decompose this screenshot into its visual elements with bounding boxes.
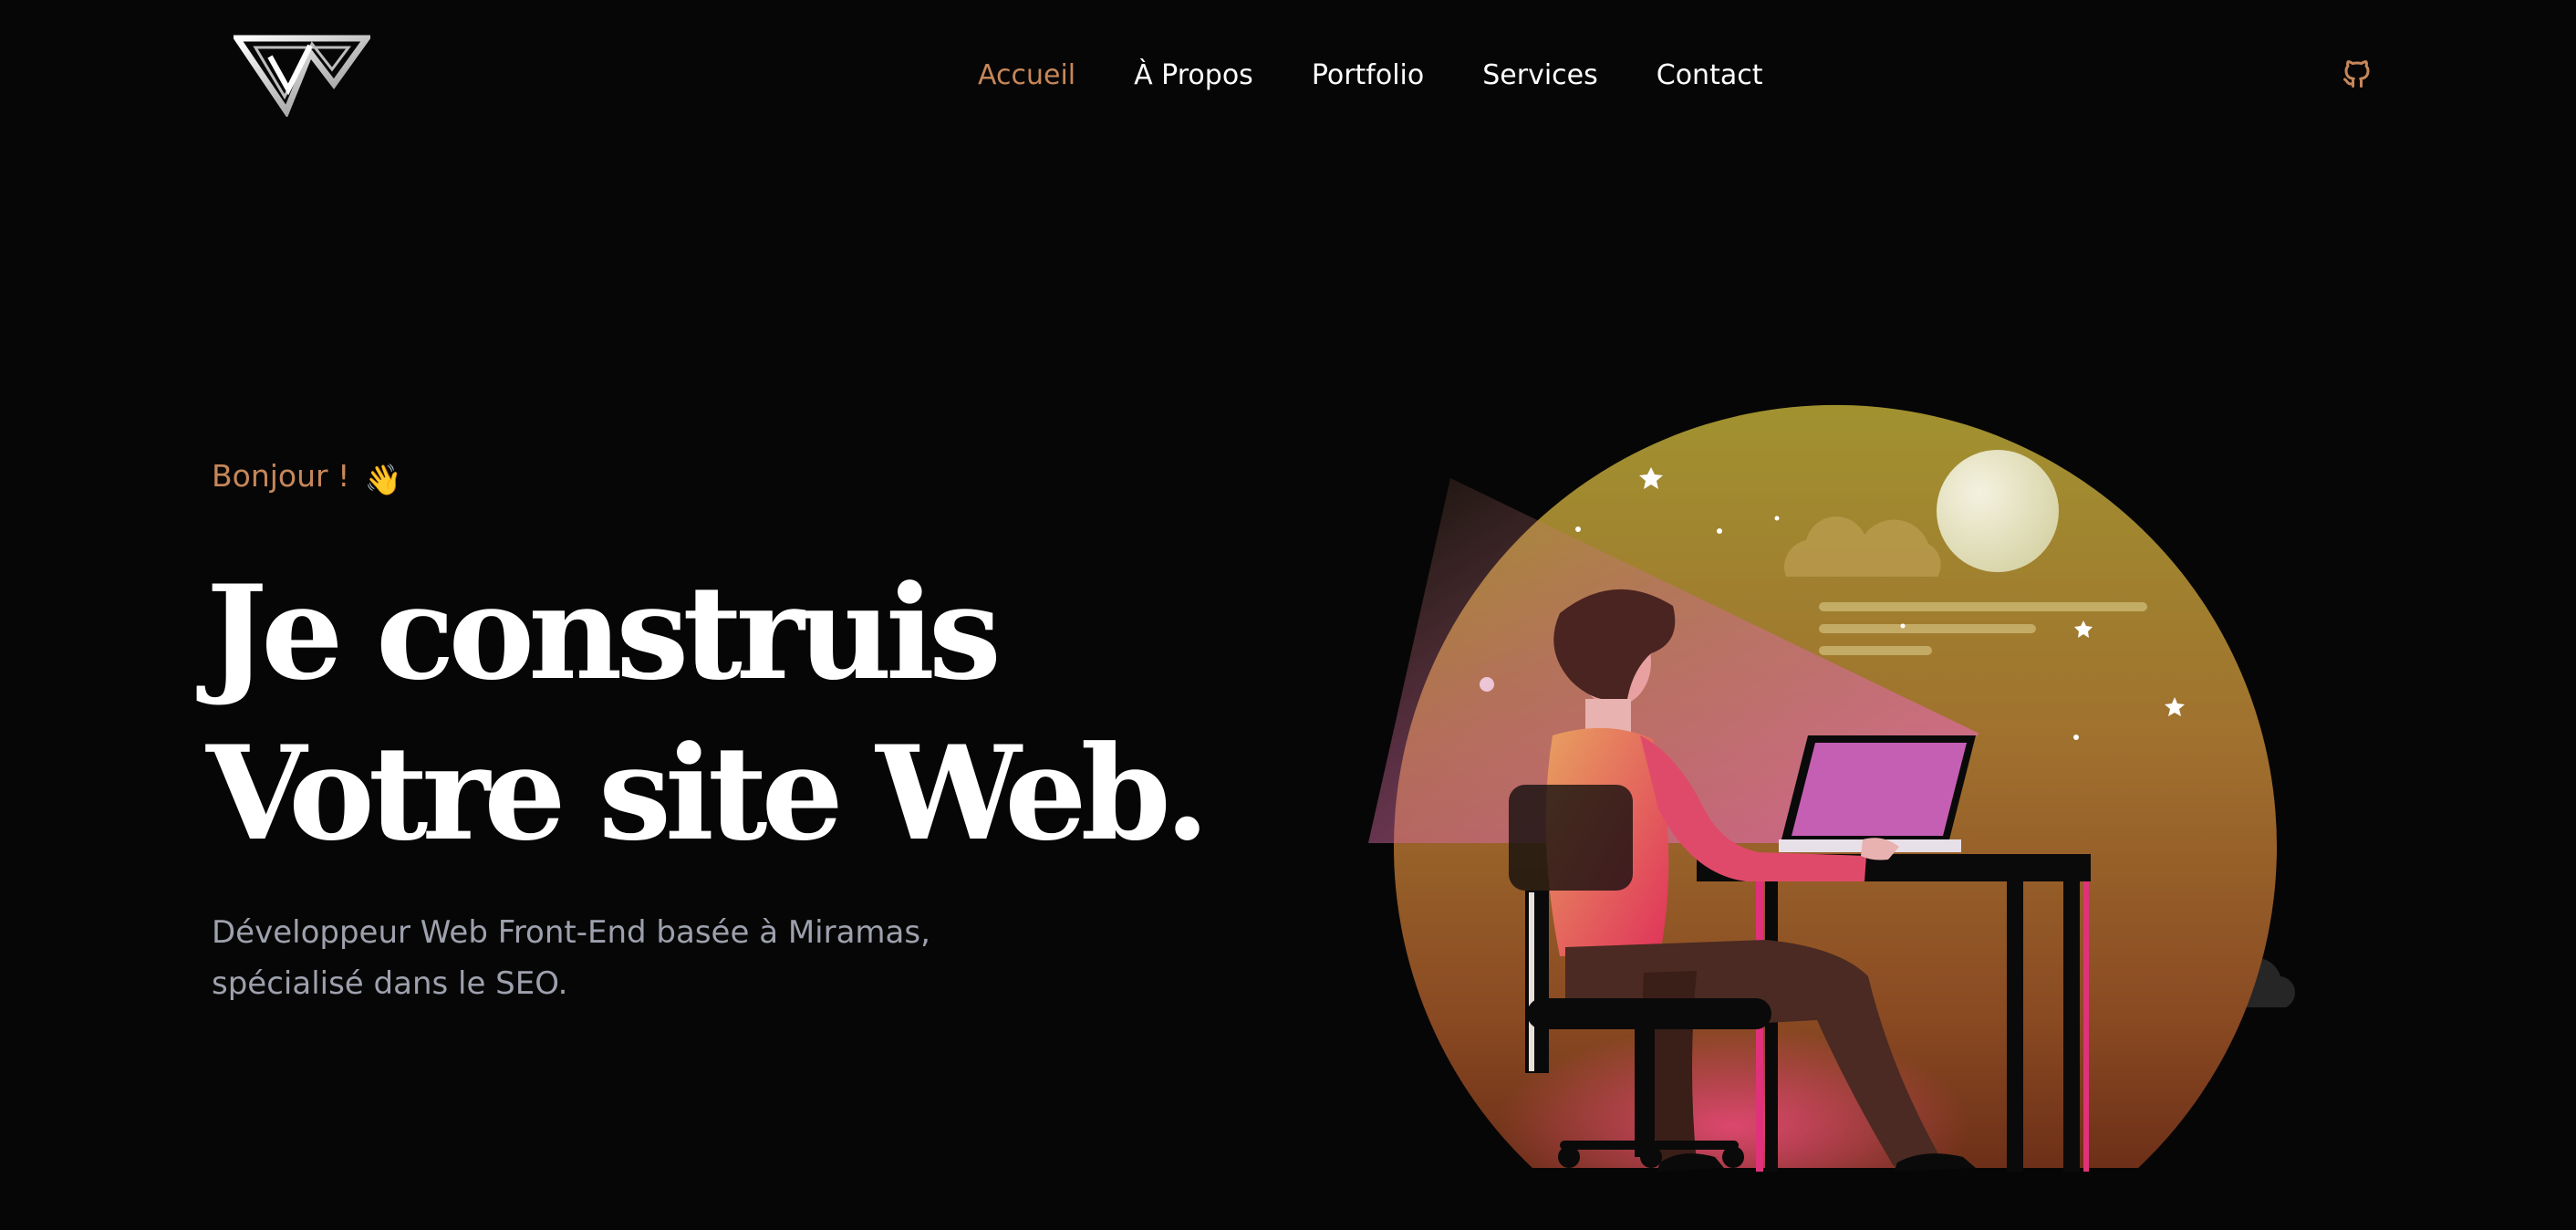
nav-accueil[interactable]: Accueil [978, 59, 1075, 91]
nav-a-propos[interactable]: À Propos [1134, 59, 1253, 91]
nav-portfolio[interactable]: Portfolio [1312, 59, 1424, 91]
hero-headline: Je construis Votre site Web. [206, 553, 1210, 874]
github-icon[interactable] [2341, 57, 2373, 91]
nav-contact[interactable]: Contact [1657, 59, 1763, 91]
greeting-text: Bonjour ! [212, 458, 350, 494]
main-nav: Accueil À Propos Portfolio Services Cont… [978, 55, 1762, 95]
nav-services[interactable]: Services [1482, 59, 1598, 91]
subtitle-line-1: Développeur Web Front-End basée à Mirama… [212, 914, 930, 951]
waving-hand-icon: 👋 [364, 462, 402, 497]
developer-illustration [1368, 404, 2295, 1172]
hero-subtitle: Développeur Web Front-End basée à Mirama… [212, 907, 1033, 1009]
headline-line-1: Je construis [206, 558, 1002, 709]
subtitle-line-2: spécialisé dans le SEO. [212, 965, 568, 1002]
headline-line-2: Votre site Web. [206, 718, 1210, 870]
greeting: Bonjour ! 👋 [212, 458, 402, 498]
logo-icon[interactable] [234, 33, 370, 117]
